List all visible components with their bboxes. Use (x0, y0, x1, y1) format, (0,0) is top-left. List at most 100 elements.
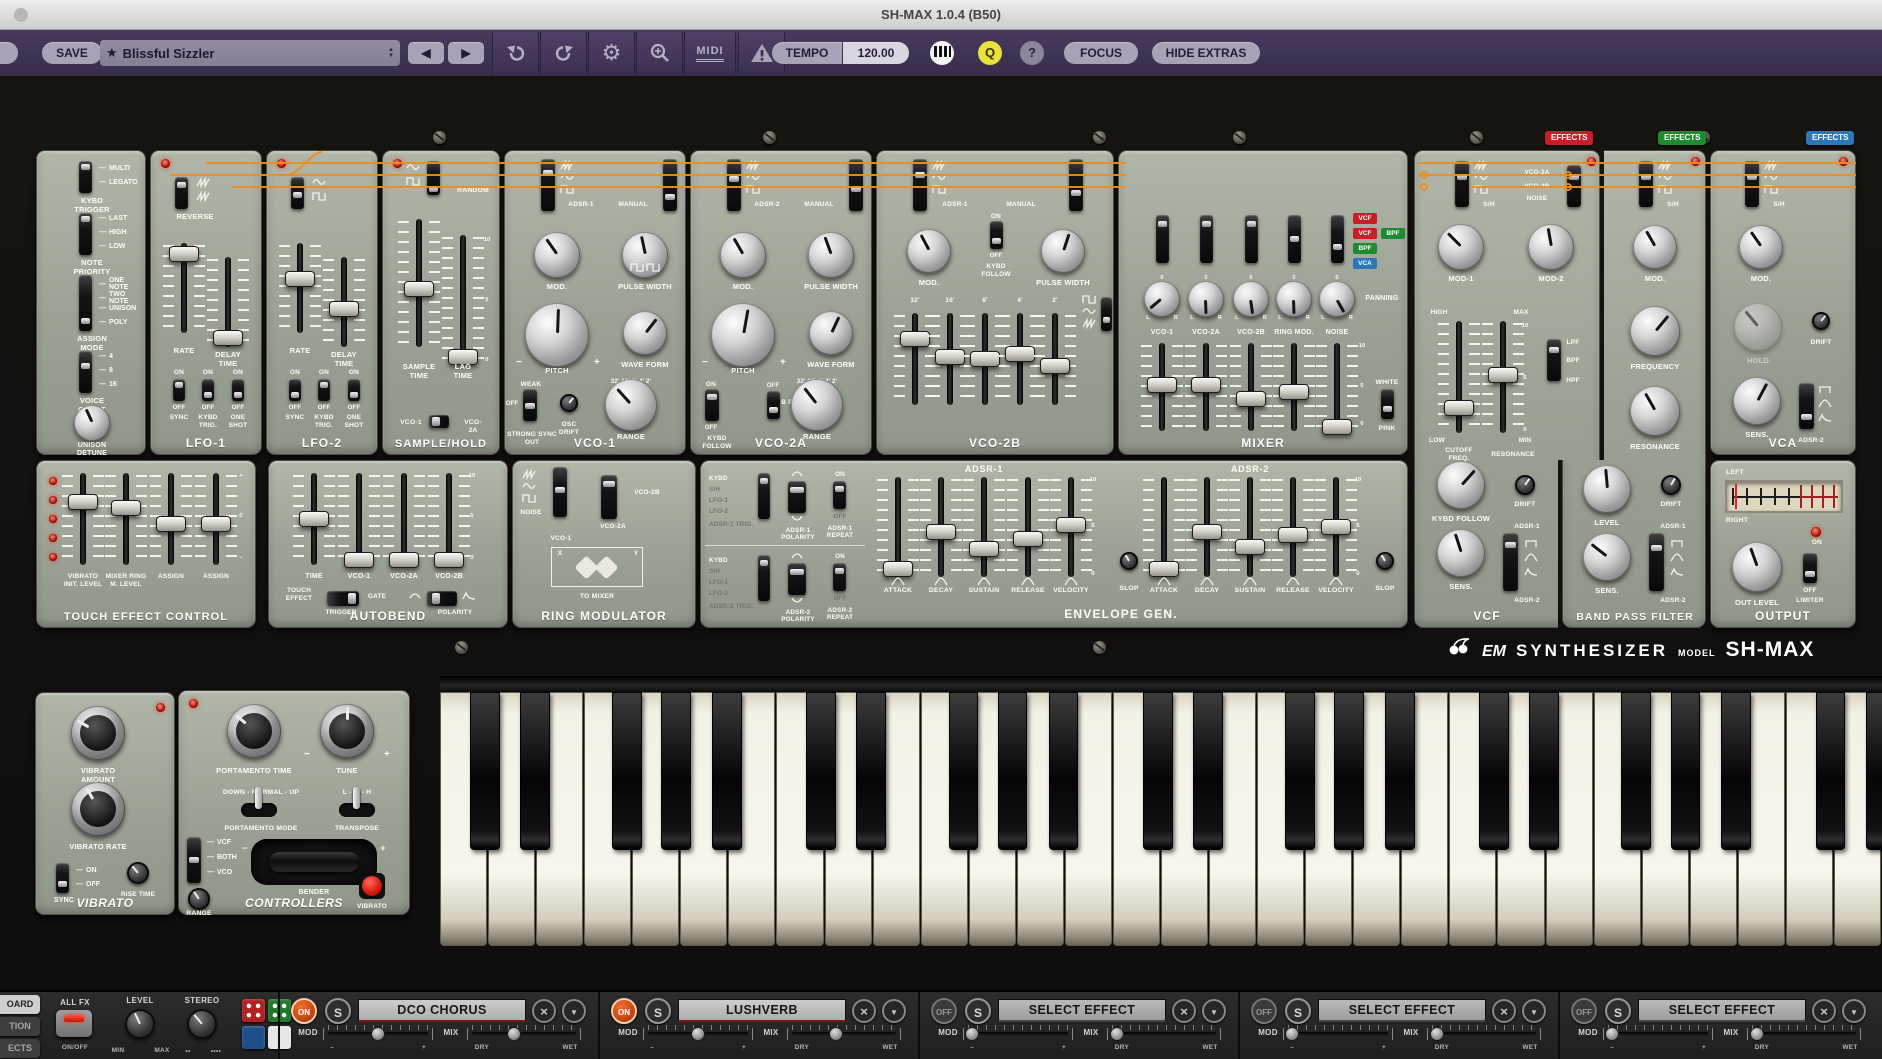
fx-slot-2-power-button[interactable]: OFF (931, 998, 957, 1024)
mixer-pan-knob-2[interactable] (1233, 281, 1269, 317)
lfo2-delay-slider[interactable] (326, 257, 362, 347)
adsr2-decay-slider[interactable] (1189, 477, 1225, 577)
black-key-o2[interactable] (1143, 692, 1173, 850)
mixer-level-slider-2-cap[interactable] (1236, 391, 1266, 407)
zoom-button[interactable] (636, 32, 683, 74)
autobend-polarity-switch[interactable] (427, 591, 457, 606)
help-button[interactable]: ? (1020, 41, 1044, 65)
mixer-route-slider-1[interactable] (1200, 215, 1213, 263)
vcf-mod2-source-switch[interactable] (1567, 165, 1581, 207)
fx-slot-4-name[interactable]: SELECT EFFECT (1638, 999, 1806, 1022)
tec-slider-1[interactable] (108, 473, 144, 565)
bpf-mod-knob[interactable] (1633, 225, 1677, 269)
vca-env-select-switch[interactable] (1799, 383, 1814, 429)
assign-mode-switch[interactable] (79, 275, 92, 331)
fx-slot-4-mod-slider[interactable] (1608, 1032, 1708, 1037)
lfo1-oneshot-toggle[interactable] (232, 379, 244, 401)
transpose-lever[interactable] (339, 803, 375, 817)
next-preset-button[interactable]: ▶ (448, 42, 484, 64)
fx-slot-1-mix-slider[interactable] (792, 1032, 896, 1037)
adsr1-release-slider-cap[interactable] (1013, 531, 1043, 547)
vco2b-slider-0[interactable] (897, 313, 933, 405)
tec-slider-3[interactable] (198, 473, 234, 565)
vco2a-wave-form-knob[interactable] (809, 311, 853, 355)
all-fx-button[interactable] (56, 1010, 92, 1037)
fx-slot-4-mix-slider[interactable] (1752, 1032, 1856, 1037)
fx-slot-2-name[interactable]: SELECT EFFECT (998, 999, 1166, 1022)
vco2a-range-knob[interactable] (791, 379, 843, 431)
vcf-drift-trimmer[interactable] (1515, 475, 1535, 495)
lfo1-reverse-switch[interactable] (175, 177, 188, 209)
mixer-pan-knob-3[interactable] (1276, 281, 1312, 317)
fx-slot-2-expand-button[interactable]: ▼ (1202, 999, 1226, 1023)
adsr1-decay-slider-cap[interactable] (926, 524, 956, 540)
black-key-o2[interactable] (1334, 692, 1364, 850)
fx-slot-0-power-button[interactable]: ON (291, 998, 317, 1024)
fx-slot-0-solo-button[interactable]: S (325, 998, 351, 1024)
fx-slot-1-power-button[interactable]: ON (611, 998, 637, 1024)
preset-field[interactable]: ★ Blissful Sizzler ▲▼ (100, 40, 400, 66)
vco2b-pw-source-switch[interactable] (1069, 159, 1083, 211)
vcf-cutoff-slider-cap[interactable] (1444, 400, 1474, 416)
tempo-value[interactable]: 120.00 (843, 42, 909, 64)
sh-sample-time-slider[interactable] (401, 219, 437, 347)
adsr2-decay-slider-cap[interactable] (1192, 524, 1222, 540)
black-key-o1[interactable] (856, 692, 886, 850)
adsr1-velocity-slider-cap[interactable] (1056, 517, 1086, 533)
black-key-o2[interactable] (1385, 692, 1415, 850)
tune-knob[interactable] (320, 704, 374, 758)
fx-slot-4-expand-button[interactable]: ▼ (1842, 999, 1866, 1023)
lfo1-rate-slider[interactable] (166, 243, 202, 333)
adsr1-attack-slider[interactable] (880, 477, 916, 577)
vco2b-slider-0-cap[interactable] (900, 331, 930, 347)
fx-slot-0-expand-button[interactable]: ▼ (562, 999, 586, 1023)
ringmod-y-source-lever[interactable] (601, 475, 617, 519)
output-limiter-switch[interactable] (1803, 553, 1817, 583)
vco2b-pulse-width-knob[interactable] (1041, 229, 1085, 273)
env-adsr2-repeat[interactable] (833, 563, 846, 591)
fx-slot-0-remove-button[interactable]: × (532, 999, 556, 1023)
adsr2-velocity-slider[interactable] (1318, 477, 1354, 577)
mixer-level-slider-4[interactable] (1319, 343, 1355, 431)
fx-slot-3-expand-button[interactable]: ▼ (1522, 999, 1546, 1023)
prev-preset-button[interactable]: ◀ (408, 42, 444, 64)
vcf-mod2-knob[interactable] (1528, 224, 1574, 270)
vcf-mod1-source-switch[interactable] (1455, 161, 1469, 207)
bpf-resonance-knob[interactable] (1630, 386, 1680, 436)
black-key-o0[interactable] (712, 692, 742, 850)
autobend-slider-2-cap[interactable] (389, 552, 419, 568)
lfo2-sync-toggle[interactable] (289, 379, 301, 401)
black-key-o3[interactable] (1621, 692, 1651, 850)
adsr2-attack-slider-cap[interactable] (1149, 561, 1179, 577)
vcf-env-select-switch[interactable] (1503, 533, 1518, 591)
hide-extras-button[interactable]: HIDE EXTRAS (1152, 42, 1260, 64)
vibrato-rate-knob[interactable] (71, 782, 125, 836)
preset-spinner-icon[interactable]: ▲▼ (388, 47, 394, 59)
sh-lag-time-slider[interactable] (445, 235, 481, 363)
vco2a-mod-knob[interactable] (720, 232, 766, 278)
vco2b-slider-2[interactable] (967, 313, 1003, 405)
mixer-level-slider-0-cap[interactable] (1147, 377, 1177, 393)
bpf-sens-knob[interactable] (1583, 533, 1631, 581)
adsr1-attack-slider-cap[interactable] (883, 561, 913, 577)
vco2a-kybd-follow-switch[interactable] (705, 389, 719, 421)
vca-drift-trimmer[interactable] (1812, 312, 1830, 330)
black-key-o2[interactable] (1285, 692, 1315, 850)
black-key-o1[interactable] (1049, 692, 1079, 850)
output-out-level-knob[interactable] (1732, 542, 1782, 592)
env-adsr1-repeat[interactable] (833, 481, 846, 509)
midi-button[interactable]: MIDI (684, 32, 736, 74)
autobend-trigger-switch[interactable] (327, 591, 359, 606)
fx-slot-4-solo-button[interactable]: S (1605, 998, 1631, 1024)
autobend-slider-0[interactable] (296, 473, 332, 565)
fx-tab-2[interactable]: ECTS (0, 1039, 40, 1058)
adsr2-velocity-slider-cap[interactable] (1321, 519, 1351, 535)
vco1-sync-switch[interactable] (523, 389, 537, 421)
fx-slot-1-remove-button[interactable]: × (852, 999, 876, 1023)
vco2b-slider-1[interactable] (932, 313, 968, 405)
bpf-mod-source-switch[interactable] (1639, 161, 1653, 207)
vibrato-sync-switch[interactable] (56, 863, 69, 893)
lfo2-rate-slider[interactable] (282, 243, 318, 333)
fx-slot-3-remove-button[interactable]: × (1492, 999, 1516, 1023)
save-button[interactable]: SAVE (42, 42, 102, 64)
